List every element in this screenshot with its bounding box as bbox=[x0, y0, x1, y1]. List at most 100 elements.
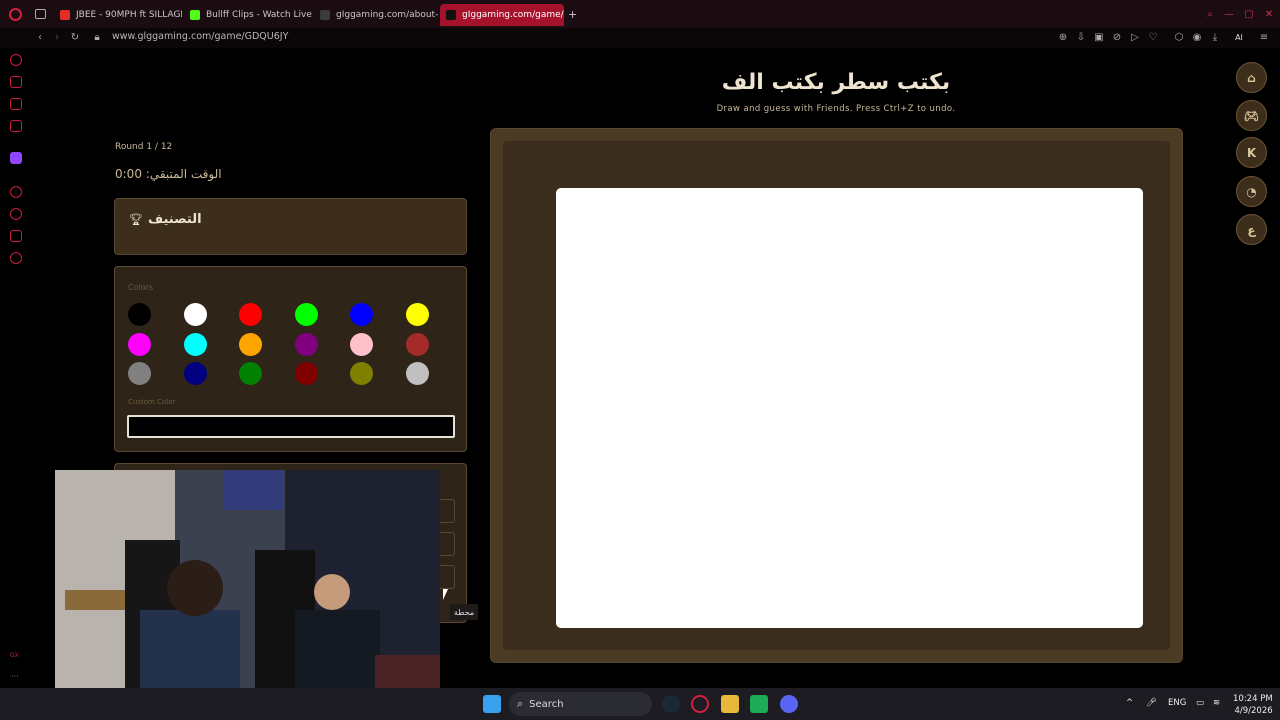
minimize-button[interactable]: — bbox=[1222, 7, 1236, 21]
color-swatch[interactable] bbox=[239, 303, 262, 326]
color-swatch[interactable] bbox=[239, 362, 262, 385]
drawing-canvas[interactable] bbox=[556, 188, 1143, 628]
address-bar: ‹ › ↻ 🔒︎ www.glggaming.com/game/GDQU6JY … bbox=[0, 28, 1280, 48]
cube-icon[interactable] bbox=[10, 230, 22, 242]
pin-icon[interactable]: ⇩ bbox=[1074, 30, 1088, 44]
game-subtitle: Draw and guess with Friends. Press Ctrl+… bbox=[716, 104, 956, 114]
close-button[interactable]: ✕ bbox=[1262, 7, 1276, 21]
file-explorer-icon[interactable] bbox=[721, 695, 739, 713]
download-icon[interactable]: ⤓ bbox=[1208, 30, 1222, 44]
colors-panel: Colors Custom Color bbox=[114, 266, 467, 452]
windows-start-icon[interactable] bbox=[483, 695, 501, 713]
url-field[interactable]: www.glggaming.com/game/GDQU6JY bbox=[112, 31, 288, 42]
youtube-icon bbox=[60, 10, 70, 20]
webcam-overlay bbox=[55, 470, 440, 688]
history-icon[interactable] bbox=[10, 208, 22, 220]
player-icon[interactable]: ▷ bbox=[1128, 30, 1142, 44]
canvas-container bbox=[503, 141, 1170, 650]
tab-youtube[interactable]: JBEE - 90MPH ft SILLAGE bbox=[54, 4, 182, 26]
clock[interactable]: 10:24 PM 4/9/2026 bbox=[1233, 693, 1273, 717]
tab-bar: JBEE - 90MPH ft SILLAGE Bullff Clips - W… bbox=[0, 0, 1280, 28]
discord-taskbar-icon[interactable] bbox=[780, 695, 798, 713]
webcam-image bbox=[55, 470, 440, 688]
canvas-frame bbox=[490, 128, 1183, 663]
news-icon[interactable] bbox=[10, 120, 22, 132]
color-swatch[interactable] bbox=[294, 303, 318, 326]
language-indicator[interactable]: ENG bbox=[1168, 698, 1186, 708]
speed-dial-icon[interactable] bbox=[10, 54, 22, 66]
round-counter: Round 1 / 12 bbox=[115, 142, 173, 152]
ranking-panel: 🏆︎ التصنيف bbox=[114, 198, 467, 255]
tab-kick[interactable]: Bullff Clips - Watch Live c bbox=[184, 4, 312, 26]
color-swatch[interactable] bbox=[405, 362, 429, 385]
search-tabs-icon[interactable]: ⌕ bbox=[1203, 7, 1217, 21]
kick-icon[interactable]: K bbox=[1236, 137, 1267, 168]
workspaces-icon[interactable] bbox=[35, 9, 46, 19]
color-swatch[interactable] bbox=[405, 332, 429, 356]
color-swatch[interactable] bbox=[128, 332, 151, 356]
site-icon bbox=[320, 10, 330, 20]
app-icon[interactable] bbox=[750, 695, 768, 713]
tooltip: محطة bbox=[450, 604, 478, 620]
color-swatch[interactable] bbox=[294, 332, 318, 356]
color-swatch[interactable] bbox=[183, 362, 207, 385]
game-title: بكتب سطر بكتب الف bbox=[721, 70, 951, 95]
profile-icon[interactable]: ◉ bbox=[1190, 30, 1204, 44]
settings-icon[interactable] bbox=[10, 252, 22, 264]
search-icon: ⌕ bbox=[517, 697, 524, 710]
ranking-title: التصنيف bbox=[148, 212, 202, 227]
color-swatch[interactable] bbox=[183, 303, 207, 326]
trophy-icon: 🏆︎ bbox=[129, 213, 143, 226]
color-swatch[interactable] bbox=[239, 332, 262, 356]
gx-label[interactable]: GX bbox=[10, 652, 19, 659]
color-swatch[interactable] bbox=[294, 362, 318, 385]
forward-icon[interactable]: › bbox=[50, 30, 64, 44]
opera-logo-icon[interactable] bbox=[9, 8, 22, 21]
time-remaining: الوقت المتبقي: 0:00 bbox=[115, 167, 222, 181]
more-icon[interactable]: ··· bbox=[11, 672, 19, 681]
microphone-icon[interactable]: 🎤︎ bbox=[1146, 698, 1157, 708]
snapshot-icon[interactable]: ▣ bbox=[1092, 30, 1106, 44]
taskbar: ⌕ Search ^ 🎤︎ ENG ▭ ≋ 10:24 PM 4/9/2026 bbox=[0, 688, 1280, 720]
display-icon[interactable]: ▭ bbox=[1196, 698, 1204, 708]
heart-icon[interactable]: ♡ bbox=[1146, 30, 1160, 44]
extensions-icon[interactable]: ⬡ bbox=[1172, 30, 1186, 44]
opera-gx-icon[interactable] bbox=[691, 695, 709, 713]
color-swatch[interactable] bbox=[350, 332, 373, 356]
menu-icon[interactable]: ≡ bbox=[1257, 30, 1271, 44]
tray-chevron-icon[interactable]: ^ bbox=[1126, 698, 1133, 708]
custom-color-input[interactable] bbox=[127, 415, 455, 438]
steam-icon[interactable] bbox=[662, 695, 680, 713]
custom-color-label: Custom Color bbox=[128, 398, 176, 406]
wifi-icon[interactable]: ≋ bbox=[1213, 698, 1220, 708]
color-swatch[interactable] bbox=[128, 303, 151, 326]
player-side-icon[interactable] bbox=[10, 186, 22, 198]
opera-sidebar: GX ··· bbox=[0, 48, 32, 688]
reload-icon[interactable]: ↻ bbox=[68, 30, 82, 44]
adblock-icon[interactable]: ⊘ bbox=[1110, 30, 1124, 44]
bag-icon[interactable] bbox=[10, 76, 22, 88]
tab-about[interactable]: gIggaming.com/about-us bbox=[314, 4, 438, 26]
color-swatch[interactable] bbox=[350, 303, 373, 326]
lock-icon: 🔒︎ bbox=[94, 31, 100, 43]
colors-label: Colors bbox=[128, 283, 154, 292]
site-icon bbox=[446, 10, 456, 20]
color-swatch[interactable] bbox=[350, 362, 373, 385]
gamepad-icon[interactable]: 🎮︎ bbox=[1236, 100, 1267, 131]
messenger-icon[interactable] bbox=[10, 98, 22, 110]
color-swatch[interactable] bbox=[128, 362, 151, 385]
new-tab-button[interactable]: + bbox=[568, 8, 577, 21]
tab-game[interactable]: gIggaming.com/game/GD bbox=[440, 4, 564, 26]
discord-icon[interactable]: ◔ bbox=[1236, 176, 1267, 207]
color-swatch[interactable] bbox=[183, 332, 207, 356]
color-swatch[interactable] bbox=[405, 303, 429, 326]
maximize-button[interactable]: ▢ bbox=[1242, 7, 1256, 21]
taskbar-search[interactable]: ⌕ Search bbox=[509, 692, 652, 716]
home-icon[interactable]: ⌂ bbox=[1236, 62, 1267, 93]
language-icon[interactable]: ع bbox=[1236, 214, 1267, 245]
twitch-icon[interactable] bbox=[10, 152, 22, 164]
ai-icon[interactable]: AI bbox=[1228, 30, 1250, 44]
back-icon[interactable]: ‹ bbox=[33, 30, 47, 44]
kick-icon bbox=[190, 10, 200, 20]
zoom-icon[interactable]: ⊕ bbox=[1056, 30, 1070, 44]
